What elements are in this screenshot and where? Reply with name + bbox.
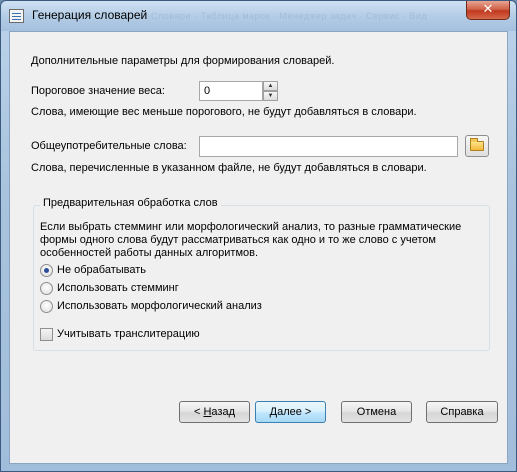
window-title: Генерация словарей: [32, 8, 148, 22]
threshold-spinner: ▲ ▼: [263, 81, 278, 101]
radio-no-processing[interactable]: [40, 264, 53, 277]
common-words-file-input[interactable]: [199, 136, 458, 157]
help-button-label: Справка: [440, 406, 484, 418]
radio-morphology-label[interactable]: Использовать морфологический анализ: [57, 300, 262, 312]
close-icon: ✕: [482, 2, 494, 17]
next-button[interactable]: Далее >: [255, 401, 326, 423]
dialog-content: Дополнительные параметры для формировани…: [9, 31, 508, 464]
common-words-label: Общеупотребительные слова:: [31, 140, 187, 152]
title-bar[interactable]: Словари · Таблица марок · Менеджер задач…: [1, 1, 516, 31]
threshold-label: Пороговое значение веса:: [31, 85, 165, 97]
threshold-hint: Слова, имеющие вес меньше порогового, не…: [31, 106, 417, 118]
cancel-button-label: Отмена: [356, 406, 397, 418]
radio-stemming[interactable]: [40, 282, 53, 295]
threshold-input[interactable]: 0: [199, 81, 263, 101]
common-words-hint: Слова, перечисленные в указанном файле, …: [31, 162, 427, 174]
transliteration-checkbox[interactable]: [40, 328, 53, 341]
preprocessing-group-title: Предварительная обработка слов: [40, 197, 221, 209]
back-button-label: азад: [211, 406, 235, 418]
dialog-window: Словари · Таблица марок · Менеджер задач…: [0, 0, 517, 472]
spin-down-button[interactable]: ▼: [263, 91, 278, 101]
cancel-button[interactable]: Отмена: [341, 401, 412, 423]
intro-text: Дополнительные параметры для формировани…: [31, 55, 335, 67]
open-folder-icon: [470, 138, 484, 151]
spin-up-button[interactable]: ▲: [263, 81, 278, 91]
browse-file-button[interactable]: [465, 135, 489, 157]
transliteration-label[interactable]: Учитывать транслитерацию: [57, 328, 200, 340]
close-button[interactable]: ✕: [466, 1, 510, 20]
next-button-mnemonic: Д: [269, 406, 278, 418]
next-button-label: алее >: [277, 406, 312, 418]
arrow-down-icon: ▼: [267, 93, 274, 99]
preprocessing-description-line: Если выбрать стемминг или морфологически…: [40, 221, 462, 233]
dictionary-app-icon: [9, 9, 24, 23]
radio-no-processing-label[interactable]: Не обрабатывать: [57, 264, 146, 276]
radio-stemming-label[interactable]: Использовать стемминг: [57, 282, 179, 294]
radio-morphology[interactable]: [40, 300, 53, 313]
preprocessing-description-line: особенностей работы данных алгоритмов.: [40, 247, 259, 259]
arrow-up-icon: ▲: [267, 83, 274, 89]
help-button[interactable]: Справка: [426, 401, 498, 423]
preprocessing-description-line: формы одного слова будут рассматриваться…: [40, 234, 436, 246]
back-button[interactable]: < Назад: [179, 401, 250, 423]
background-window-title: Словари · Таблица марок · Менеджер задач…: [151, 11, 428, 21]
